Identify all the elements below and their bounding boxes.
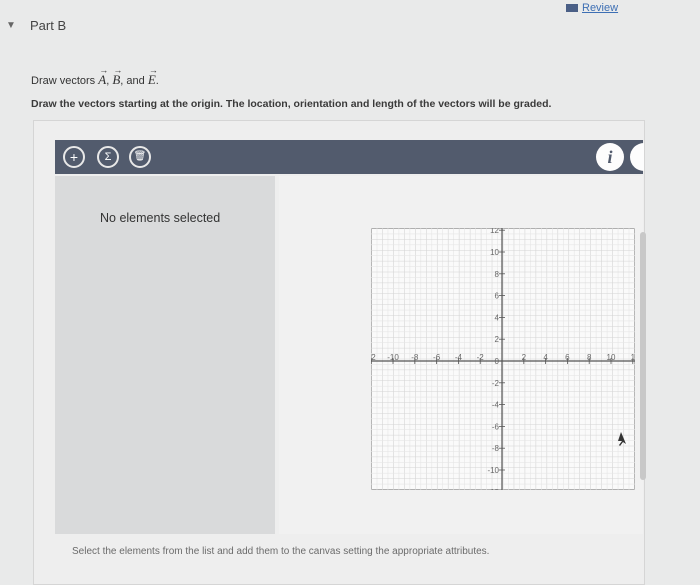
- trash-icon: 🗑: [133, 151, 147, 162]
- collapse-arrow-icon[interactable]: ▼: [6, 20, 16, 31]
- y-tick-label: 2: [495, 335, 500, 344]
- y-tick-label: -8: [492, 444, 500, 453]
- prompt-text: Draw vectors: [31, 75, 96, 87]
- x-tick-label: -8: [411, 353, 419, 362]
- review-label: Review: [582, 2, 619, 14]
- x-tick-label: 2: [522, 353, 527, 362]
- drawing-toolbar: + Σ 🗑: [55, 140, 643, 174]
- question-prompt: Draw vectors → A, → B, and → E.: [31, 65, 159, 88]
- y-tick-label: -6: [492, 422, 500, 431]
- x-tick-label: 1: [631, 353, 635, 362]
- y-tick-label: -10: [487, 466, 499, 475]
- info-button[interactable]: i: [596, 143, 624, 171]
- sum-button[interactable]: Σ: [97, 146, 119, 168]
- prompt-sep-1: ,: [106, 75, 110, 87]
- x-tick-label: 6: [565, 353, 570, 362]
- prompt-end: .: [155, 75, 159, 87]
- y-tick-label: 10: [490, 248, 499, 257]
- y-tick-label: 6: [495, 292, 500, 301]
- x-tick-label: -6: [433, 353, 441, 362]
- x-tick-label: 8: [587, 353, 592, 362]
- plus-icon: +: [69, 149, 79, 165]
- prompt-sep-2: , and: [120, 75, 145, 87]
- empty-list-text: No elements selected: [100, 211, 221, 225]
- y-tick-label: 12: [490, 488, 499, 490]
- coordinate-graph[interactable]: 12 -10 -8 -6 -4 -2 2 4 6 8 10 1 12 10 8 6 4 2 0 -2 -4 -6 -8 -10…: [371, 228, 635, 490]
- x-tick-label: -10: [387, 353, 399, 362]
- footer-hint: Select the elements from the list and ad…: [72, 546, 490, 557]
- info-icon: i: [607, 146, 613, 167]
- book-icon: [566, 4, 578, 12]
- review-link[interactable]: Review: [566, 2, 618, 14]
- y-tick-label: -4: [492, 401, 500, 410]
- y-tick-label: 8: [495, 270, 500, 279]
- y-tick-label: 12: [490, 228, 499, 235]
- vector-b-symbol: → B: [112, 65, 123, 87]
- x-tick-label: -2: [477, 353, 485, 362]
- delete-button[interactable]: 🗑: [129, 146, 151, 168]
- vector-e-symbol: → E: [147, 65, 158, 87]
- part-title[interactable]: Part B: [30, 18, 66, 33]
- canvas-scrollbar[interactable]: [640, 232, 646, 480]
- y-tick-label: 4: [495, 313, 500, 322]
- add-element-button[interactable]: +: [63, 146, 85, 168]
- element-list-panel: No elements selected: [55, 176, 275, 534]
- vector-a-symbol: → A: [98, 65, 109, 87]
- y-tick-label: 0: [495, 357, 500, 366]
- y-tick-label: -2: [492, 379, 500, 388]
- x-tick-label: 12: [371, 353, 376, 362]
- sigma-icon: Σ: [104, 150, 112, 163]
- x-tick-label: 10: [607, 353, 616, 362]
- x-tick-label: 4: [543, 353, 548, 362]
- question-instruction: Draw the vectors starting at the origin.…: [31, 98, 552, 110]
- x-tick-label: -4: [455, 353, 463, 362]
